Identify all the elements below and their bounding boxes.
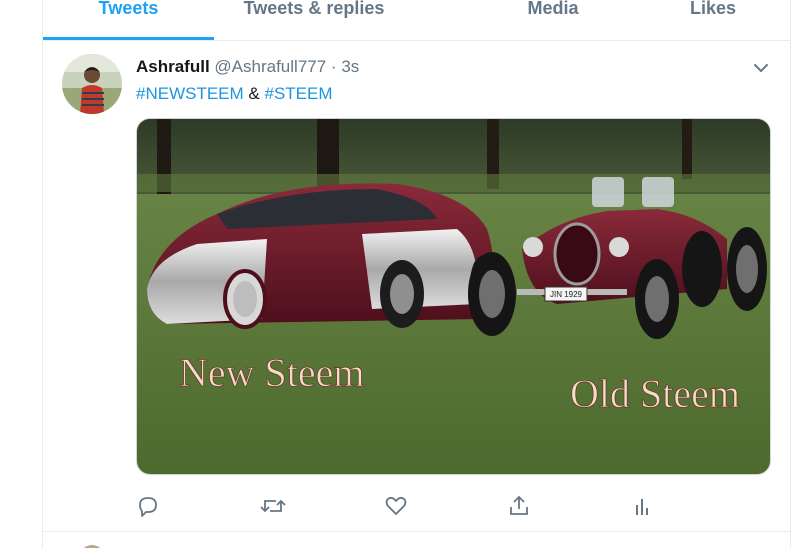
tweet-text: #NEWSTEEM & #STEEM <box>136 84 333 104</box>
like-icon[interactable] <box>384 493 408 519</box>
tab-media[interactable]: Media <box>483 0 623 33</box>
next-tweet-preview[interactable] <box>43 533 791 548</box>
separator-dot: · <box>330 57 337 76</box>
avatar[interactable] <box>62 54 122 114</box>
tweet-text-connector: & <box>248 84 260 103</box>
reply-icon[interactable] <box>136 493 160 519</box>
tab-tweets-and-replies[interactable]: Tweets & replies <box>214 0 414 33</box>
author-name[interactable]: Ashrafull <box>136 57 210 76</box>
caption-old-steem: Old Steem <box>570 371 740 416</box>
analytics-icon[interactable] <box>630 493 654 519</box>
active-tab-indicator <box>43 37 214 40</box>
tweet[interactable]: Ashrafull @Ashrafull777 · 3s #NEWSTEEM &… <box>43 42 791 532</box>
tweet-header: Ashrafull @Ashrafull777 · 3s <box>136 57 359 77</box>
license-plate: JIN 1929 <box>550 290 583 299</box>
tab-likes[interactable]: Likes <box>653 0 773 33</box>
chevron-down-icon[interactable] <box>751 58 771 78</box>
tweet-media-image[interactable]: JIN 1929 New Steem Old Steem <box>136 118 771 475</box>
timeline-column: Tweets Tweets & replies Media Likes Ashr… <box>42 0 791 548</box>
profile-tabs: Tweets Tweets & replies Media Likes <box>43 0 791 41</box>
retweet-icon[interactable] <box>259 493 287 519</box>
caption-new-steem: New Steem <box>179 350 365 395</box>
tab-tweets[interactable]: Tweets <box>43 0 214 33</box>
hashtag-steem[interactable]: #STEEM <box>265 84 333 103</box>
tweet-actions <box>136 493 676 519</box>
hashtag-newsteem[interactable]: #NEWSTEEM <box>136 84 244 103</box>
share-icon[interactable] <box>507 493 531 519</box>
author-handle[interactable]: @Ashrafull777 <box>214 57 326 76</box>
tweet-timestamp[interactable]: 3s <box>341 57 359 76</box>
